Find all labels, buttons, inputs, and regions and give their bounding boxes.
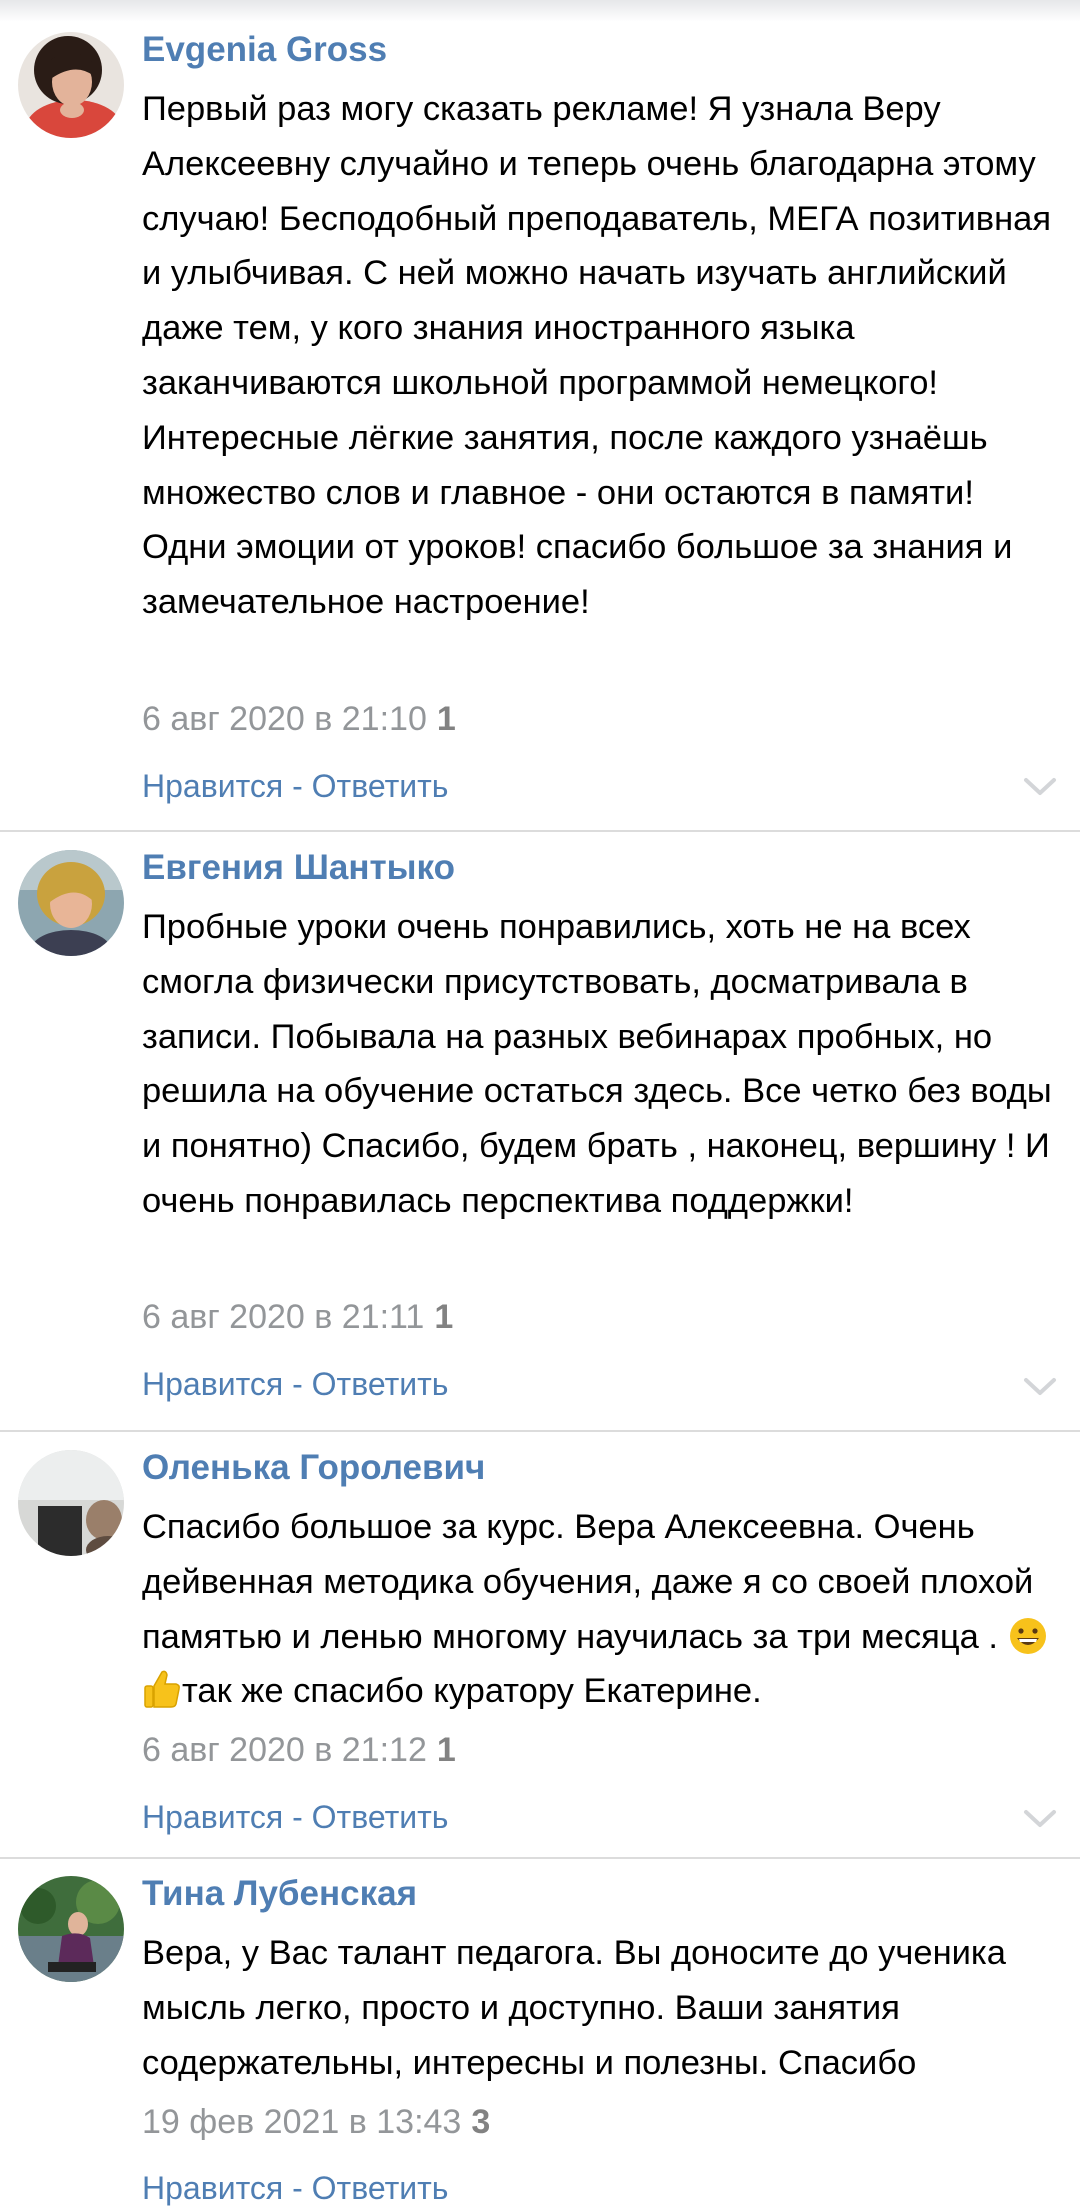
avatar[interactable] [18,1876,124,1982]
comment-paragraph: Интересные лёгкие занятия, после каждого… [142,418,1013,622]
avatar-image [18,1876,124,1982]
reply-link[interactable]: Ответить [312,1366,449,1402]
like-count: 1 [434,1298,454,1336]
like-count: 1 [436,1731,456,1769]
like-count: 3 [471,2103,491,2141]
comment-actions: Нравится - Ответить [142,766,448,806]
like-link[interactable]: Нравится [142,768,283,804]
avatar[interactable] [18,1450,124,1556]
chevron-down-icon[interactable] [1022,1808,1058,1830]
comment-paragraph: Первый раз могу сказать рекламе! Я узнал… [142,90,1052,402]
comment-paragraph: Спасибо большое за курс. Вера Алексеевна… [142,1500,1067,1719]
avatar-image [18,32,124,138]
comment-author[interactable]: Тина Лубенская [142,1874,417,1914]
avatar[interactable] [18,850,124,956]
avatar[interactable] [18,32,124,138]
comment-text-part: так же спасибо куратору Екатерине. [182,1672,762,1711]
comment-text: Пробные уроки очень понравились, хоть не… [142,900,1067,1229]
comment-divider [0,1857,1080,1859]
reply-link[interactable]: Ответить [312,768,449,804]
comment-author[interactable]: Оленька Горолевич [142,1448,485,1488]
action-separator: - [283,1366,312,1402]
comment-actions: Нравится - Ответить [142,1364,448,1404]
comment-actions: Нравится - Ответить [142,1797,448,1837]
comment-author[interactable]: Евгения Шантыко [142,848,455,888]
action-separator: - [283,1799,312,1835]
comment-meta: 6 авг 2020 в 21:11 1 [142,1297,453,1337]
like-link[interactable]: Нравится [142,2170,283,2206]
comment-text: Вера, у Вас талант педагога. Вы доносите… [142,1926,1067,2090]
like-count: 1 [436,700,456,738]
comment-date[interactable]: 6 авг 2020 в 21:10 [142,700,427,738]
comment-divider [0,830,1080,832]
comment-text-part: Спасибо большое за курс. Вера Алексеевна… [142,1508,1034,1656]
grinning-face-emoji [1009,1617,1046,1654]
avatar-image [18,850,124,956]
comment-date[interactable]: 19 фев 2021 в 13:43 [142,2103,461,2141]
comment-paragraph: Вера, у Вас талант педагога. Вы доносите… [142,1934,1006,2082]
like-link[interactable]: Нравится [142,1799,283,1835]
reply-link[interactable]: Ответить [312,2170,449,2206]
comment-date[interactable]: 6 авг 2020 в 21:11 [142,1298,424,1336]
comment-meta: 19 фев 2021 в 13:43 3 [142,2102,490,2142]
reply-link[interactable]: Ответить [312,1799,449,1835]
top-scroll-shadow [0,0,1080,22]
comment-meta: 6 авг 2020 в 21:12 1 [142,1730,456,1770]
chevron-down-icon[interactable] [1022,1376,1058,1398]
comment-paragraph: Пробные уроки очень понравились, хоть не… [142,908,1052,1220]
comment-date[interactable]: 6 авг 2020 в 21:12 [142,1731,427,1769]
action-separator: - [283,2170,312,2206]
action-separator: - [283,768,312,804]
thumbs-up-emoji [144,1671,180,1709]
avatar-image [18,1450,124,1556]
comment-author[interactable]: Evgenia Gross [142,30,387,70]
comment-actions: Нравится - Ответить [142,2168,448,2208]
comment-meta: 6 авг 2020 в 21:10 1 [142,699,456,739]
comment-divider [0,1430,1080,1432]
comment-text: Спасибо большое за курс. Вера Алексеевна… [142,1500,1067,1719]
comment-text: Первый раз могу сказать рекламе! Я узнал… [142,82,1067,630]
chevron-down-icon[interactable] [1022,776,1058,798]
like-link[interactable]: Нравится [142,1366,283,1402]
